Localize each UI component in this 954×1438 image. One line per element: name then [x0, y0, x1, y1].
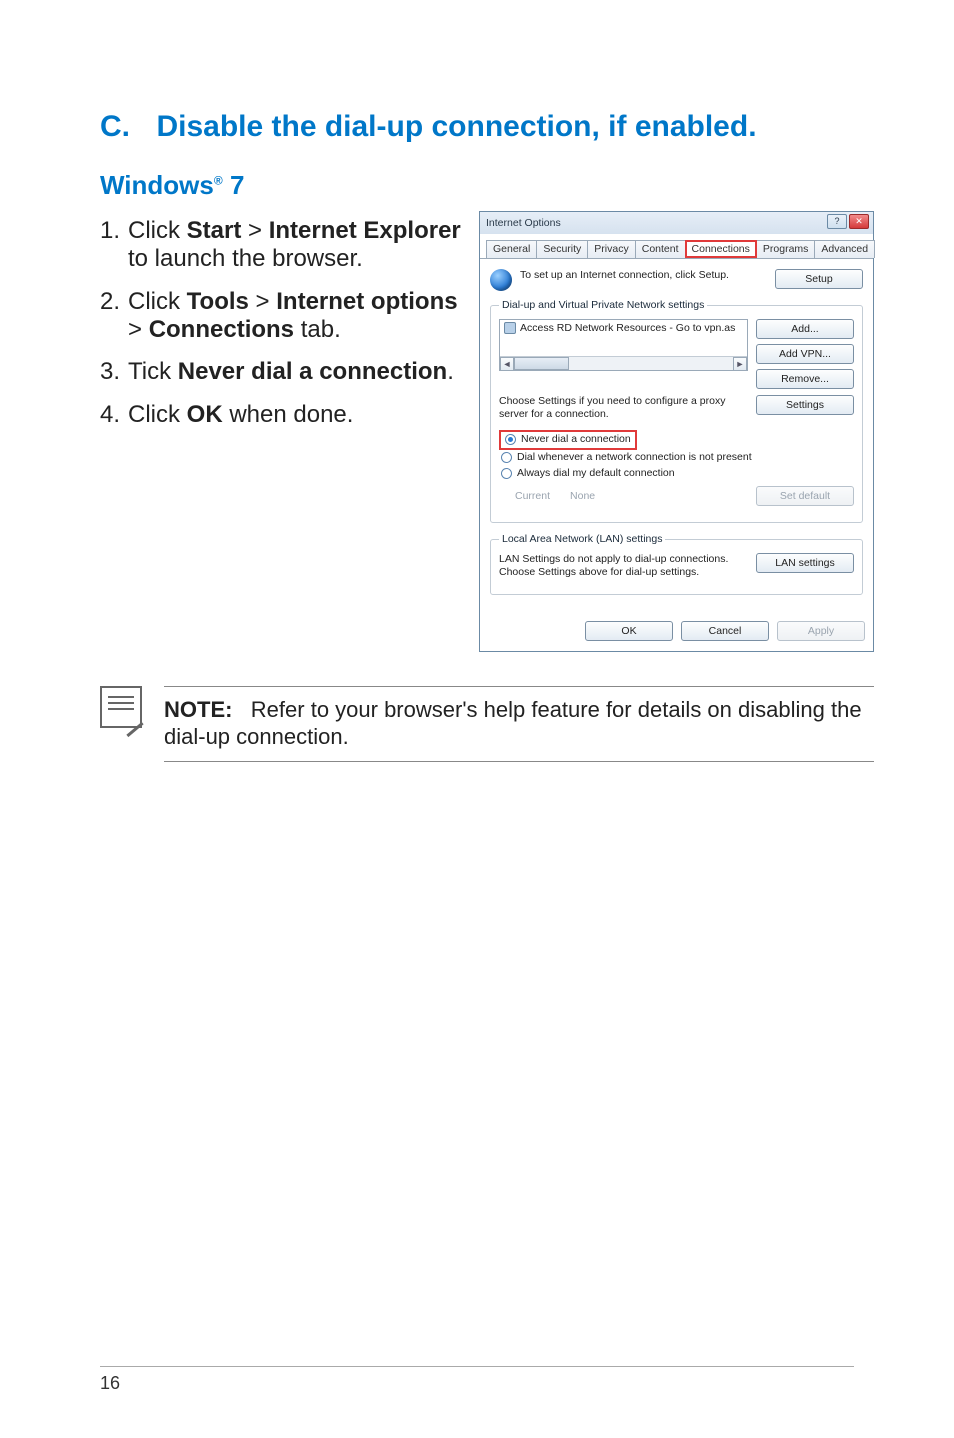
cancel-button[interactable]: Cancel — [681, 621, 769, 641]
radio-label: Dial whenever a network connection is no… — [517, 451, 752, 463]
add-vpn-button[interactable]: Add VPN... — [756, 344, 854, 364]
dialup-fieldset: Dial-up and Virtual Private Network sett… — [490, 299, 863, 523]
tab-general[interactable]: General — [486, 240, 537, 258]
tab-security[interactable]: Security — [536, 240, 588, 258]
tab-advanced[interactable]: Advanced — [814, 240, 875, 258]
step-text: Click Tools > Internet options > Connect… — [128, 288, 465, 345]
scroll-left-icon[interactable]: ◄ — [500, 357, 514, 371]
list-item[interactable]: Access RD Network Resources - Go to vpn.… — [500, 320, 747, 336]
page-number: 16 — [100, 1373, 854, 1394]
note-body: Refer to your browser's help feature for… — [164, 697, 862, 749]
section-letter: C. — [100, 110, 152, 144]
step-2: 2. Click Tools > Internet options > Conn… — [100, 288, 465, 345]
tab-connections[interactable]: Connections — [685, 240, 757, 258]
radio-never-dial[interactable]: Never dial a connection — [503, 432, 633, 446]
lan-text: LAN Settings do not apply to dial-up con… — [499, 553, 748, 578]
step-num: 4. — [100, 401, 128, 429]
step-num: 1. — [100, 217, 128, 274]
section-heading: C. Disable the dial-up connection, if en… — [100, 110, 874, 144]
dialup-legend: Dial-up and Virtual Private Network sett… — [499, 299, 707, 311]
note-icon — [100, 686, 142, 728]
globe-icon — [490, 269, 512, 291]
remove-button[interactable]: Remove... — [756, 369, 854, 389]
radio-dial-when[interactable]: Dial whenever a network connection is no… — [499, 450, 854, 464]
subsection-title: Windows® 7 — [100, 170, 874, 201]
add-button[interactable]: Add... — [756, 319, 854, 339]
internet-options-dialog: Internet Options ? ✕ General Security Pr… — [479, 211, 874, 652]
page-footer: 16 — [0, 1366, 954, 1394]
scrollbar[interactable]: ◄ ► — [500, 356, 747, 370]
step-num: 3. — [100, 358, 128, 386]
radio-icon — [505, 434, 516, 445]
note-text: NOTE: Refer to your browser's help featu… — [164, 686, 874, 762]
lan-settings-button[interactable]: LAN settings — [756, 553, 854, 573]
connection-icon — [504, 322, 516, 334]
lan-legend: Local Area Network (LAN) settings — [499, 533, 665, 545]
os-version: 7 — [223, 170, 245, 200]
radio-always-dial[interactable]: Always dial my default connection — [499, 466, 854, 480]
radio-icon — [501, 452, 512, 463]
step-text: Click OK when done. — [128, 401, 465, 429]
apply-button: Apply — [777, 621, 865, 641]
tab-programs[interactable]: Programs — [756, 240, 816, 258]
dialog-tabs: General Security Privacy Content Connect… — [480, 234, 873, 258]
radio-icon — [501, 468, 512, 479]
registered-mark: ® — [214, 173, 223, 187]
step-4: 4. Click OK when done. — [100, 401, 465, 429]
radio-label: Always dial my default connection — [517, 467, 675, 479]
step-3: 3. Tick Never dial a connection. — [100, 358, 465, 386]
steps-list: 1. Click Start > Internet Explorer to la… — [100, 217, 465, 429]
scroll-thumb[interactable] — [514, 357, 569, 370]
connections-listbox[interactable]: Access RD Network Resources - Go to vpn.… — [499, 319, 748, 371]
section-title: Disable the dial-up connection, if enabl… — [156, 110, 756, 143]
os-name: Windows — [100, 170, 214, 200]
setup-text: To set up an Internet connection, click … — [520, 269, 775, 282]
note-block: NOTE: Refer to your browser's help featu… — [100, 686, 874, 762]
scroll-right-icon[interactable]: ► — [733, 357, 747, 371]
footer-rule — [100, 1366, 854, 1367]
lan-fieldset: Local Area Network (LAN) settings LAN Se… — [490, 533, 863, 595]
close-button[interactable]: ✕ — [849, 214, 869, 229]
set-default-button: Set default — [756, 486, 854, 506]
highlight-never-dial: Never dial a connection — [499, 430, 637, 450]
current-value: None — [570, 490, 595, 502]
note-label: NOTE: — [164, 697, 232, 722]
step-1: 1. Click Start > Internet Explorer to la… — [100, 217, 465, 274]
help-button[interactable]: ? — [827, 214, 847, 229]
ok-button[interactable]: OK — [585, 621, 673, 641]
dialog-titlebar[interactable]: Internet Options ? ✕ — [480, 212, 873, 234]
settings-button[interactable]: Settings — [756, 395, 854, 415]
setup-button[interactable]: Setup — [775, 269, 863, 289]
current-label: Current — [515, 490, 550, 502]
connection-name: Access RD Network Resources - Go to vpn.… — [520, 322, 735, 334]
step-text: Click Start > Internet Explorer to launc… — [128, 217, 465, 274]
radio-label: Never dial a connection — [521, 433, 631, 445]
step-text: Tick Never dial a connection. — [128, 358, 465, 386]
dialog-title: Internet Options — [486, 217, 561, 229]
tab-privacy[interactable]: Privacy — [587, 240, 635, 258]
current-connection: Current None — [515, 490, 748, 502]
tab-content[interactable]: Content — [635, 240, 686, 258]
step-num: 2. — [100, 288, 128, 345]
proxy-text: Choose Settings if you need to configure… — [499, 395, 748, 420]
